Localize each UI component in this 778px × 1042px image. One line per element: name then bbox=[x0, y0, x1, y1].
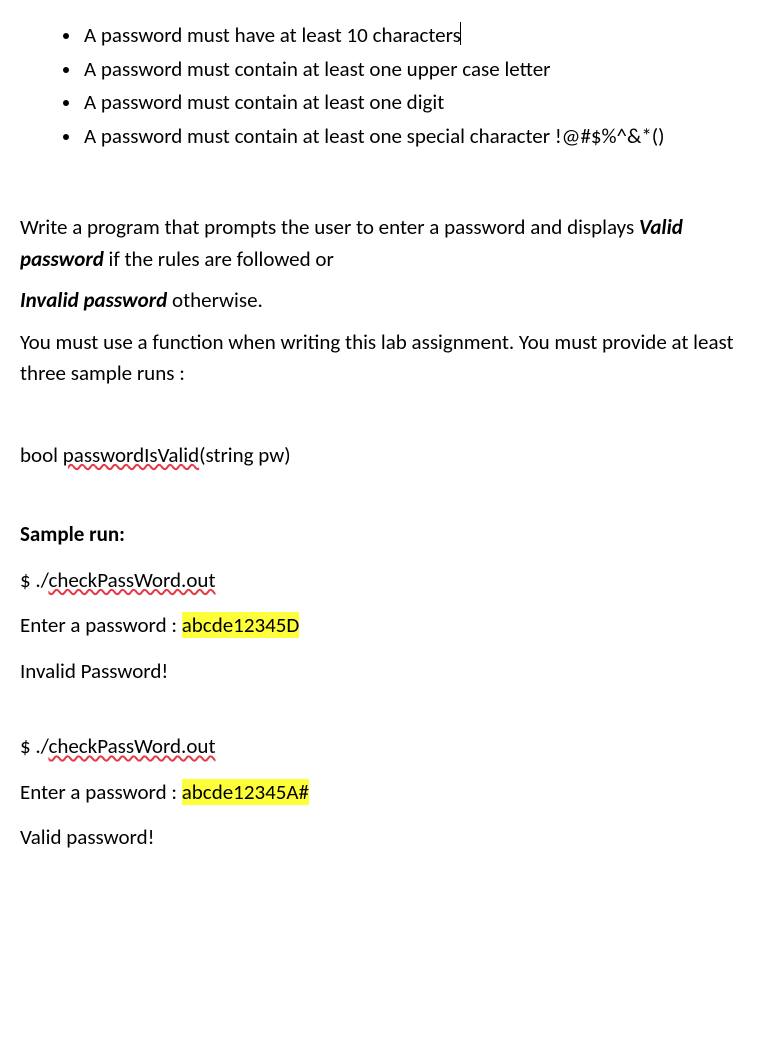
text-fragment: Enter a password : bbox=[20, 779, 182, 805]
instruction-paragraph-3: You must use a function when writing thi… bbox=[20, 327, 758, 390]
user-input-highlight: abcde12345D bbox=[182, 612, 300, 638]
rule-item: A password must have at least 10 charact… bbox=[82, 20, 758, 52]
function-signature: bool passwordIsValid(string pw) bbox=[20, 440, 758, 472]
rule-item: A password must contain at least one spe… bbox=[82, 121, 758, 153]
rule-item: A password must contain at least one upp… bbox=[82, 54, 758, 86]
password-rules-list: A password must have at least 10 charact… bbox=[20, 20, 758, 152]
sample-run-result: Valid password! bbox=[20, 822, 758, 854]
text-fragment: $ ./ bbox=[20, 567, 48, 593]
instruction-paragraph-1: Write a program that prompts the user to… bbox=[20, 212, 758, 275]
rule-text: A password must contain at least one spe… bbox=[84, 123, 665, 149]
rule-item: A password must contain at least one dig… bbox=[82, 87, 758, 119]
executable-name-spellcheck: checkPassWord.out bbox=[48, 567, 215, 593]
text-fragment: Enter a password : bbox=[20, 612, 182, 638]
rule-text: A password must contain at least one dig… bbox=[84, 89, 444, 115]
sample-run-command: $ ./checkPassWord.out bbox=[20, 731, 758, 763]
executable-name-spellcheck: checkPassWord.out bbox=[48, 733, 215, 759]
text-fragment: otherwise. bbox=[167, 287, 263, 313]
text-cursor bbox=[460, 22, 461, 45]
sample-run-prompt: Enter a password : abcde12345A# bbox=[20, 777, 758, 809]
rule-text: A password must contain at least one upp… bbox=[84, 56, 551, 82]
sample-run-heading: Sample run: bbox=[20, 519, 758, 551]
rule-text: A password must have at least 10 charact… bbox=[84, 22, 461, 48]
sample-run-prompt: Enter a password : abcde12345D bbox=[20, 610, 758, 642]
function-name-spellcheck: passwordIsValid bbox=[63, 442, 199, 468]
sample-run-result: Invalid Password! bbox=[20, 656, 758, 688]
text-fragment: $ ./ bbox=[20, 733, 48, 759]
text-fragment: if the rules are followed or bbox=[104, 246, 334, 272]
text-fragment: (string pw) bbox=[199, 442, 291, 468]
sample-run-command: $ ./checkPassWord.out bbox=[20, 565, 758, 597]
text-fragment: bool bbox=[20, 442, 63, 468]
user-input-highlight: abcde12345A# bbox=[182, 779, 309, 805]
invalid-password-label: Invalid password bbox=[20, 287, 167, 313]
instruction-paragraph-2: Invalid password otherwise. bbox=[20, 285, 758, 317]
text-fragment: Write a program that prompts the user to… bbox=[20, 214, 639, 240]
